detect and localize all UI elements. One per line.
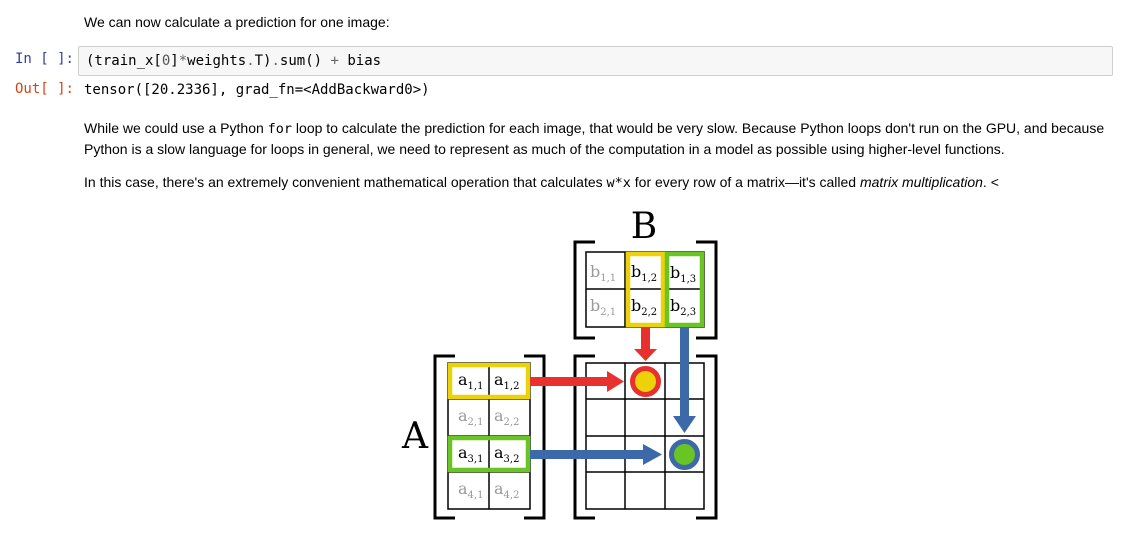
matrix-a-entry: a4,1 <box>458 479 483 501</box>
matrix-b-left-bracket <box>573 240 595 340</box>
matrix-b-entry: b2,1 <box>590 296 616 318</box>
label-b: B <box>631 206 657 247</box>
matrix-b-entry: b1,1 <box>590 262 616 284</box>
matrix-a-entry: a1,2 <box>494 370 519 392</box>
matrix-b-entry: b1,2 <box>631 262 657 284</box>
matrix-a-entry: a2,2 <box>494 406 519 428</box>
matrix-b-entry: b2,2 <box>631 296 657 318</box>
matrix-a-entry: a3,2 <box>494 443 519 465</box>
matrix-multiplication-diagram: B A b1,1 b1,2 b1,3 b2,1 b2,2 b2,3 a1,1 a… <box>401 206 718 520</box>
matrix-b-entry: b1,3 <box>670 263 696 285</box>
result-cell-1-2-marker <box>630 366 661 397</box>
label-a: A <box>401 416 429 457</box>
matrix-b-entry: b2,3 <box>670 296 696 318</box>
matrix-a-entry: a4,2 <box>494 479 519 501</box>
matrix-a-entry: a3,1 <box>458 443 483 465</box>
result-cell-3-3-marker <box>669 439 700 470</box>
result-matrix-right-bracket <box>696 354 718 520</box>
matrix-a-entry: a1,1 <box>458 370 483 392</box>
matrix-a-entry: a2,1 <box>458 406 483 428</box>
blue-arrows <box>530 327 696 465</box>
